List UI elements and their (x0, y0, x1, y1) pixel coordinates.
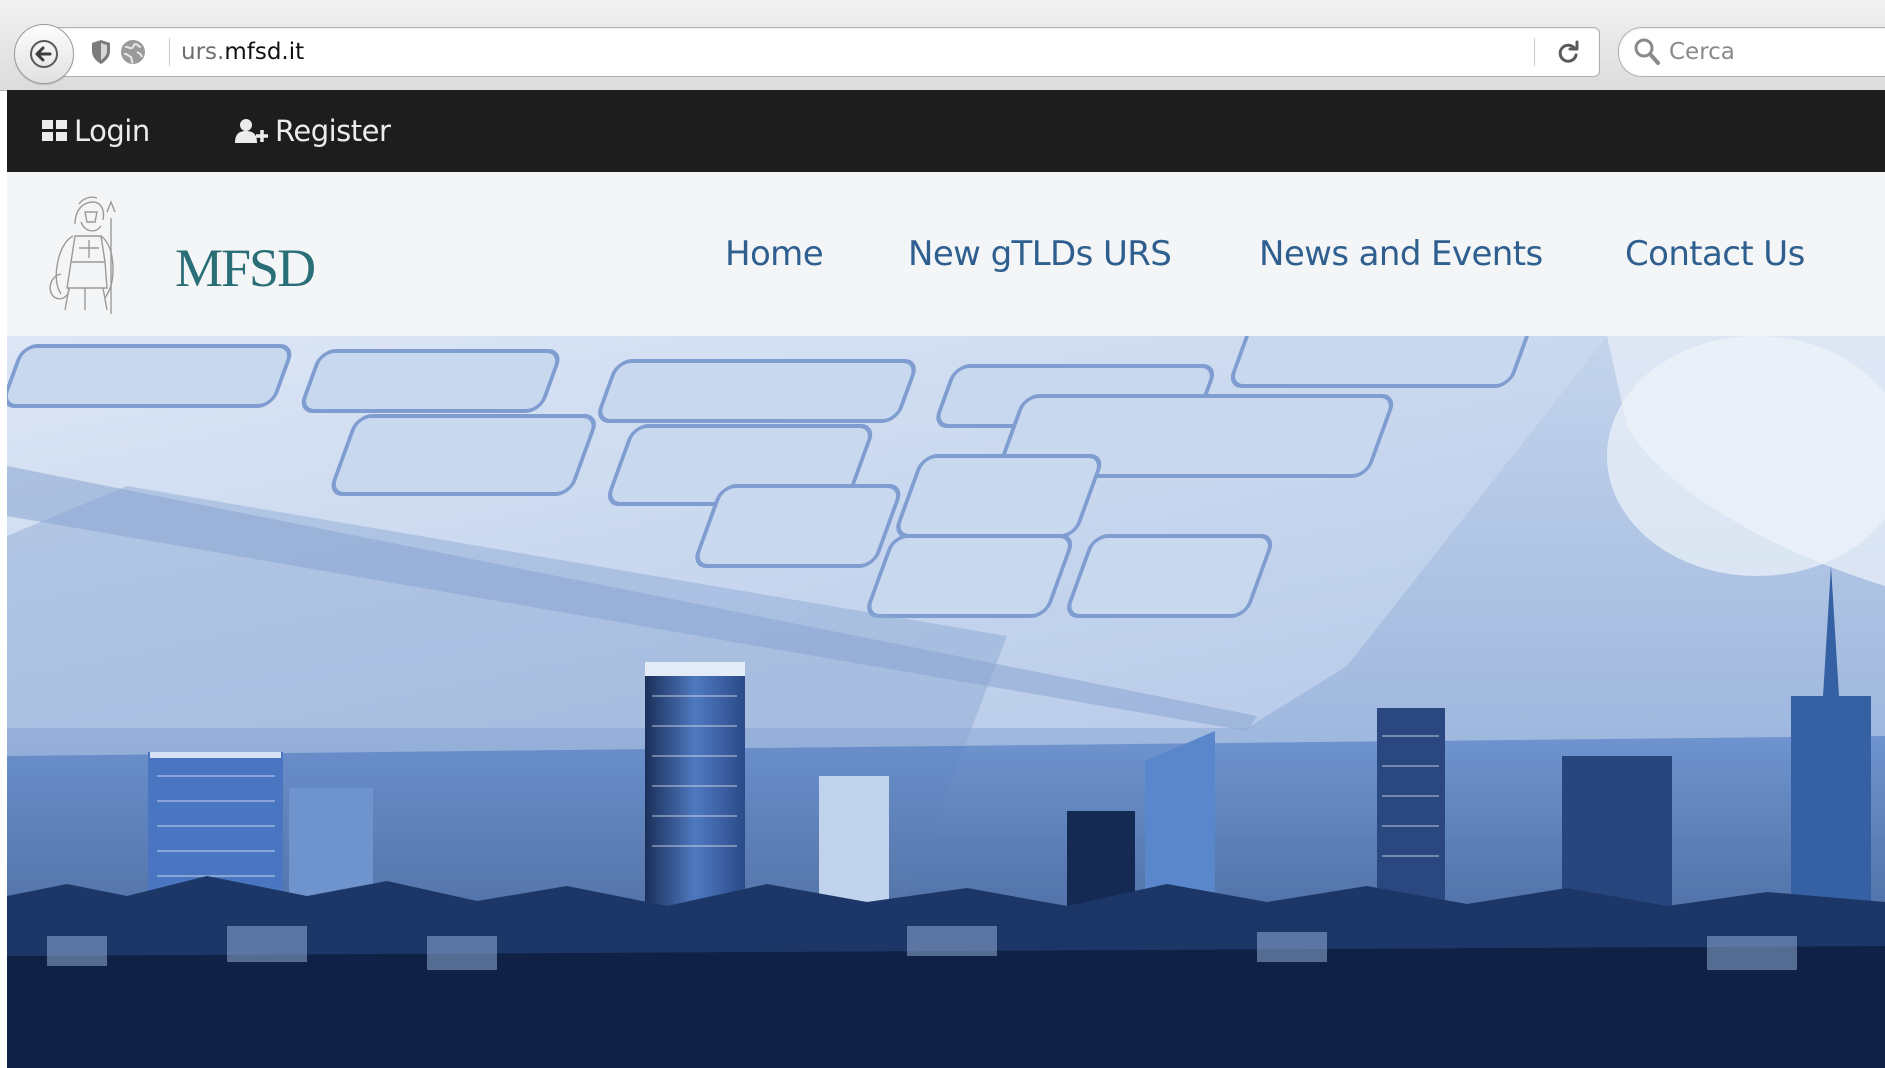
hero-image (7, 336, 1885, 1068)
logo-text: MFSD (175, 238, 316, 298)
site-identity[interactable] (91, 38, 147, 66)
back-arrow-icon (30, 40, 58, 68)
reload-icon (1558, 40, 1579, 63)
url-bar[interactable]: urs.mfsd.it (52, 27, 1600, 77)
shield-icon (92, 40, 110, 64)
grid-icon (42, 120, 68, 142)
search-icon (1634, 38, 1660, 65)
page: urs.mfsd.it Cerca Login Register MFSD Ho… (0, 0, 1885, 1068)
add-user-icon (235, 118, 269, 144)
back-button[interactable] (14, 24, 74, 84)
site-header: MFSD Home New gTLDs URS News and Events … (7, 172, 1885, 336)
search-input[interactable]: Cerca (1618, 27, 1885, 77)
nav-home[interactable]: Home (725, 172, 824, 336)
globe-icon (121, 40, 145, 64)
site-topbar: Login Register (7, 90, 1885, 172)
url-text[interactable]: urs.mfsd.it (181, 39, 304, 65)
login-label: Login (74, 114, 150, 148)
warrior-logo-icon (49, 196, 116, 314)
reload-button[interactable] (1551, 37, 1585, 67)
browser-toolbar: urs.mfsd.it Cerca (0, 0, 1885, 91)
url-prefix: urs. (181, 39, 225, 65)
nav-contact-us[interactable]: Contact Us (1625, 172, 1805, 336)
register-label: Register (275, 114, 391, 148)
login-link[interactable]: Login (42, 90, 150, 172)
url-separator (169, 38, 170, 66)
register-link[interactable]: Register (235, 90, 391, 172)
nav-news-and-events[interactable]: News and Events (1259, 172, 1543, 336)
url-domain: mfsd.it (224, 39, 305, 65)
site-logo[interactable]: MFSD (45, 192, 316, 317)
reload-separator (1534, 38, 1535, 66)
hero-banner (7, 336, 1885, 1068)
nav-new-gtlds-urs[interactable]: New gTLDs URS (908, 172, 1172, 336)
search-placeholder: Cerca (1669, 39, 1735, 65)
